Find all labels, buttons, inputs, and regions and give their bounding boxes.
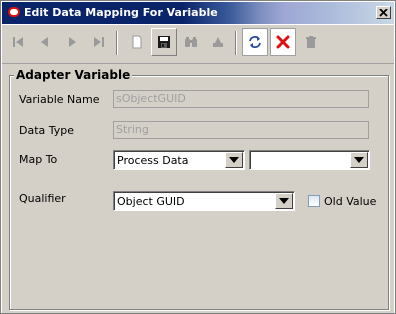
refresh-icon: [249, 36, 261, 48]
clear-button[interactable]: [205, 28, 231, 56]
new-document-icon: [132, 35, 142, 49]
red-x-icon: [276, 35, 290, 49]
new-record-button[interactable]: [124, 28, 150, 56]
old-value-label: Old Value: [324, 195, 377, 208]
first-record-button[interactable]: [5, 28, 31, 56]
variable-name-field[interactable]: sObjectGUID: [113, 90, 369, 108]
binoculars-icon: [185, 37, 197, 47]
eraser-icon: [213, 37, 223, 47]
data-type-label: Data Type: [19, 124, 75, 137]
find-button[interactable]: [178, 28, 204, 56]
trash-icon: [306, 36, 316, 48]
variable-name-label: Variable Name: [19, 93, 100, 106]
old-value-checkbox[interactable]: [308, 195, 320, 207]
close-button[interactable]: [376, 6, 391, 19]
chevron-down-icon: [229, 157, 239, 163]
map-to-dropdown-button[interactable]: [225, 152, 243, 168]
map-to-label: Map To: [19, 153, 58, 166]
save-button[interactable]: [151, 28, 177, 56]
close-icon: [379, 8, 388, 17]
last-record-button[interactable]: [86, 28, 112, 56]
map-to-select[interactable]: Process Data: [113, 150, 245, 170]
chevron-down-icon: [354, 157, 364, 163]
first-icon: [13, 37, 23, 47]
prev-record-button[interactable]: [32, 28, 58, 56]
prev-icon: [41, 37, 48, 47]
next-record-button[interactable]: [59, 28, 85, 56]
refresh-button[interactable]: [242, 28, 268, 56]
oracle-logo-icon: [8, 7, 20, 17]
toolbar: [2, 25, 394, 64]
data-type-field[interactable]: String: [113, 121, 369, 139]
group-title: Adapter Variable: [14, 68, 133, 82]
qualifier-label: Qualifier: [19, 192, 66, 205]
content-panel: Adapter Variable Variable Name sObjectGU…: [2, 64, 394, 313]
floppy-disk-icon: [158, 36, 170, 48]
dialog-window: Edit Data Mapping For Variable Adapter V…: [0, 0, 396, 314]
chevron-down-icon: [279, 198, 289, 204]
cancel-button[interactable]: [270, 28, 296, 56]
qualifier-dropdown-button[interactable]: [275, 193, 293, 209]
toolbar-separator: [116, 31, 118, 55]
window-title: Edit Data Mapping For Variable: [24, 6, 218, 19]
qualifier-value: Object GUID: [117, 195, 185, 208]
last-icon: [94, 37, 104, 47]
toolbar-separator: [235, 31, 237, 55]
delete-button[interactable]: [298, 28, 324, 56]
next-icon: [69, 37, 76, 47]
title-bar[interactable]: Edit Data Mapping For Variable: [2, 2, 394, 24]
map-to-value: Process Data: [117, 154, 189, 167]
map-to-secondary-dropdown-button[interactable]: [350, 152, 368, 168]
qualifier-select[interactable]: Object GUID: [113, 191, 295, 211]
map-to-secondary-select[interactable]: [249, 150, 370, 170]
